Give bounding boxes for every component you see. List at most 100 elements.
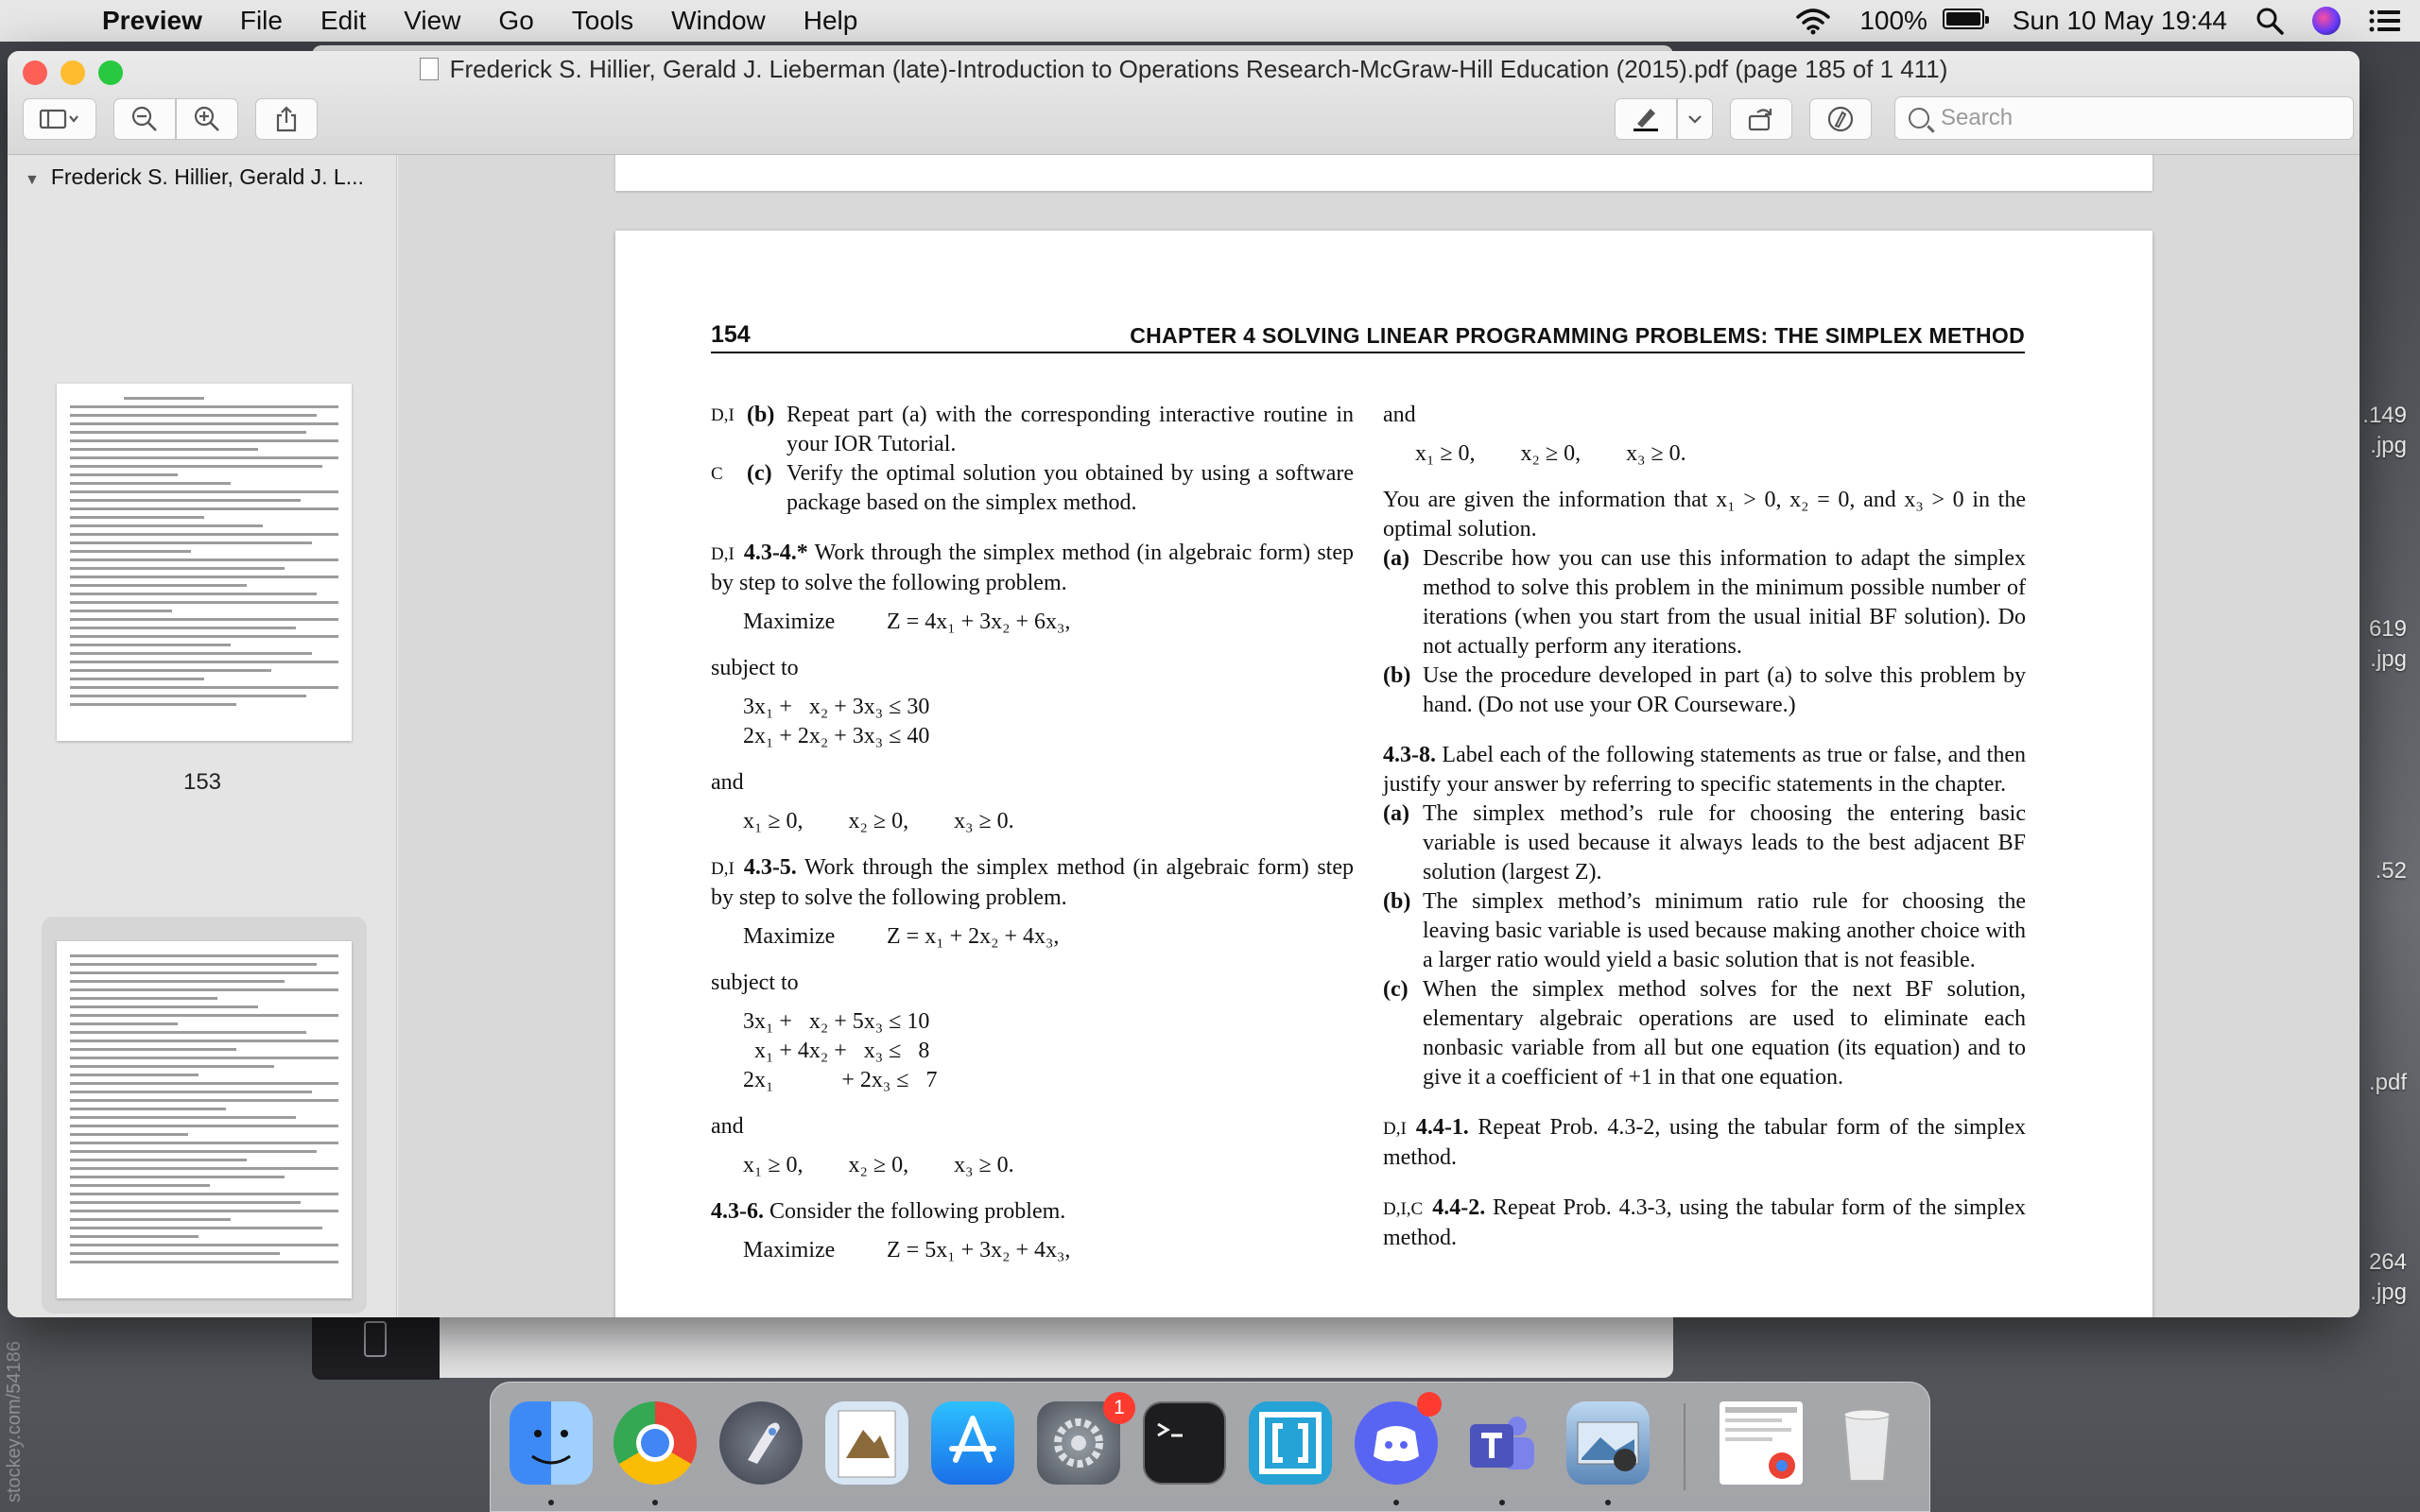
notification-badge: 1: [1103, 1392, 1135, 1424]
constraints-4-3-4: 3x₁ + x₂ + 3x₃ ≤ 30 2x₁ + 2x₂ + 3x₃ ≤ 40: [743, 695, 930, 748]
objective-4-3-4: Maximize Z = 4x₁ + 3x₂ + 6x₃,: [743, 610, 1071, 634]
desktop-file-4[interactable]: .pdf: [2369, 1068, 2407, 1098]
chapter-heading: CHAPTER 4 SOLVING LINEAR PROGRAMMING PRO…: [1130, 323, 2025, 348]
sidebar-toggle-button[interactable]: [23, 98, 96, 140]
page-thumbnail-154[interactable]: [57, 941, 352, 1298]
subject-to-label: subject to: [711, 656, 799, 680]
problem-part-b: D,I (b) Repeat part (a) with the corresp…: [711, 403, 1354, 456]
chrome-icon[interactable]: [614, 1401, 697, 1485]
dock: 1: [490, 1382, 1930, 1512]
problem-4-3-6: 4.3-6. Consider the following problem.: [711, 1199, 1066, 1224]
desktop-file-1[interactable]: .149 .jpg: [2362, 401, 2407, 461]
share-icon: [276, 106, 297, 132]
pen-icon: [1634, 109, 1658, 131]
dock-separator: [1684, 1403, 1685, 1490]
terminal-icon[interactable]: [1143, 1401, 1226, 1485]
search-icon: [1909, 108, 1929, 129]
clock[interactable]: Sun 10 May 19:44: [2013, 6, 2227, 36]
problem-4-3-4: D,I 4.3-4.* Work through the simplex meth…: [711, 541, 1354, 595]
spotlight-search-icon[interactable]: [2256, 7, 2284, 35]
nonnegativity-4-3-5: x₁ ≥ 0, x₂ ≥ 0, x₃ ≥ 0.: [743, 1153, 1014, 1177]
markup-pen-button[interactable]: [1615, 98, 1677, 140]
statement-c: (c) When the simplex method solves for t…: [1383, 977, 2026, 1090]
menu-bar: Preview File Edit View Go Tools Window H…: [0, 0, 2420, 42]
app-store-icon[interactable]: [931, 1401, 1014, 1485]
watermark: stockey.com/54186: [4, 1341, 25, 1503]
running-indicator: [1605, 1500, 1611, 1505]
phone-icon: [364, 1321, 387, 1357]
page-running-head: 154 CHAPTER 4 SOLVING LINEAR PROGRAMMING…: [711, 321, 2025, 353]
desktop-file-3[interactable]: .52: [2376, 856, 2407, 886]
statement-b: (b) The simplex method’s minimum ratio r…: [1383, 889, 2026, 972]
menu-view[interactable]: View: [404, 6, 460, 36]
document-view[interactable]: 154 CHAPTER 4 SOLVING LINEAR PROGRAMMING…: [398, 155, 2360, 1317]
battery-status[interactable]: 100%: [1859, 6, 1989, 36]
zoom-in-icon: [194, 106, 219, 131]
running-indicator: [652, 1500, 658, 1505]
notification-center-icon[interactable]: [2369, 9, 2401, 33]
page-thumbnail-153[interactable]: [57, 384, 352, 741]
objective-4-3-5: Maximize Z = x₁ + 2x₂ + 4x₃,: [743, 924, 1060, 949]
page-number: 154: [711, 321, 751, 348]
wifi-icon[interactable]: [1795, 7, 1831, 35]
menu-edit[interactable]: Edit: [320, 6, 366, 36]
teams-icon[interactable]: [1461, 1401, 1544, 1485]
markup-dropdown-button[interactable]: [1677, 98, 1713, 140]
problem-4-3-6-part-b: (b) Use the procedure developed in part …: [1383, 663, 2026, 717]
zoom-out-icon: [131, 106, 157, 131]
menu-help[interactable]: Help: [804, 6, 858, 36]
desktop-file-2[interactable]: 619 .jpg: [2369, 614, 2407, 675]
rotate-button[interactable]: [1730, 98, 1792, 140]
recent-document-icon[interactable]: [1720, 1401, 1803, 1485]
launchpad-icon[interactable]: [719, 1401, 803, 1485]
disclosure-triangle-icon[interactable]: ▼: [25, 172, 40, 189]
chevron-down-icon: [1688, 115, 1702, 124]
objective-4-3-6: Maximize Z = 5x₁ + 3x₂ + 4x₃,: [743, 1238, 1071, 1263]
notification-dot: [1417, 1392, 1442, 1417]
menu-go[interactable]: Go: [498, 6, 533, 36]
markup-toolbar-button[interactable]: [1809, 98, 1872, 140]
battery-percent: 100%: [1859, 6, 1927, 35]
search-input[interactable]: Search: [1894, 96, 2354, 140]
problem-4-4-1: D,I 4.4-1. Repeat Prob. 4.3-2, using the …: [1383, 1115, 2026, 1170]
battery-icon: [1942, 9, 1989, 29]
running-indicator: [1499, 1500, 1505, 1505]
finder-icon[interactable]: [510, 1401, 593, 1485]
statement-a: (a) The simplex method’s rule for choosi…: [1383, 801, 2026, 885]
menu-app-preview[interactable]: Preview: [102, 6, 202, 36]
brackets-icon[interactable]: [1249, 1401, 1332, 1485]
right-column: and x₁ ≥ 0, x₂ ≥ 0, x₃ ≥ 0. You are give…: [1383, 401, 2026, 1274]
trash-icon[interactable]: [1825, 1401, 1909, 1485]
nonnegativity-4-3-4: x₁ ≥ 0, x₂ ≥ 0, x₃ ≥ 0.: [743, 809, 1014, 833]
and-label: and: [1383, 403, 1416, 427]
and-label: and: [711, 1114, 744, 1139]
preview-icon[interactable]: [825, 1401, 908, 1485]
problem-4-3-5: D,I 4.3-5. Work through the simplex metho…: [711, 855, 1354, 910]
share-button[interactable]: [255, 98, 318, 140]
problem-4-4-2: D,I,C 4.4-2. Repeat Prob. 4.3-3, using th…: [1383, 1195, 2027, 1250]
previous-page-edge: [615, 155, 2152, 191]
running-indicator: [1393, 1500, 1399, 1505]
background-window-dark-panel: [312, 1314, 440, 1380]
menu-tools[interactable]: Tools: [572, 6, 633, 36]
thumbnail-sidebar: ▼ Frederick S. Hillier, Gerald J. L... 15…: [8, 155, 397, 1317]
menu-window[interactable]: Window: [671, 6, 766, 36]
desktop-file-5[interactable]: 264 .jpg: [2369, 1247, 2407, 1308]
pdf-document-icon: [419, 58, 439, 80]
zoom-in-button[interactable]: [176, 98, 238, 140]
left-column: D,I (b) Repeat part (a) with the corresp…: [711, 401, 1354, 1282]
markup-icon: [1827, 106, 1854, 132]
siri-icon[interactable]: [2312, 7, 2341, 35]
given-information: You are given the information that x₁ > …: [1383, 488, 2026, 541]
pdf-page: 154 CHAPTER 4 SOLVING LINEAR PROGRAMMING…: [615, 231, 2152, 1317]
window-title: Frederick S. Hillier, Gerald J. Lieberma…: [8, 55, 2360, 84]
sidebar-document-header[interactable]: ▼ Frederick S. Hillier, Gerald J. L...: [25, 164, 364, 190]
page-thumbnail-label: 153: [182, 769, 222, 795]
image-capture-icon[interactable]: [1566, 1401, 1650, 1485]
menu-file[interactable]: File: [240, 6, 283, 36]
preview-window: Frederick S. Hillier, Gerald J. Lieberma…: [8, 51, 2360, 1317]
problem-4-3-6-part-a: (a) Describe how you can use this inform…: [1383, 546, 2026, 659]
zoom-out-button[interactable]: [113, 98, 176, 140]
nonnegativity-4-3-6: x₁ ≥ 0, x₂ ≥ 0, x₃ ≥ 0.: [1415, 441, 1686, 466]
rotate-icon: [1748, 109, 1772, 131]
